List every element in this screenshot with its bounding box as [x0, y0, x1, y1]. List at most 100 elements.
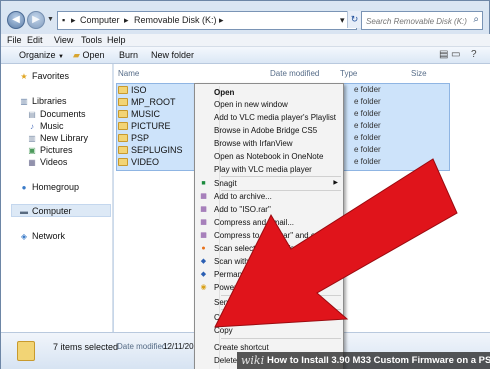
menu-item-send-to[interactable]: Send to — [214, 298, 342, 309]
star-icon: ★ — [20, 72, 28, 81]
caption-text: How to Install 3.90 M33 Custom Firmware … — [267, 355, 490, 366]
address-row: ◀ ▶ ▼ ▪ ▸ Computer ▸ Removable Disk (K:)… — [5, 10, 487, 32]
snagit-icon: ■ — [201, 180, 206, 187]
column-header-size[interactable]: Size — [411, 69, 427, 78]
back-button[interactable]: ◀ — [7, 11, 25, 29]
nav-pictures[interactable]: ▣ Pictures — [27, 145, 72, 155]
menu-separator — [221, 309, 341, 310]
help-icon[interactable]: ? — [471, 49, 477, 60]
file-type: e folder — [354, 97, 381, 106]
file-type: e folder — [354, 133, 381, 142]
breadcrumb-removable-disk[interactable]: Removable Disk (K:) — [134, 15, 217, 25]
column-header-type[interactable]: Type — [340, 69, 357, 78]
pictures-icon: ▣ — [28, 146, 36, 155]
command-bar: Organize ▼ ▰ Open Burn New folder ▤ ▭ ? — [1, 47, 490, 64]
avg-icon: ◆ — [200, 258, 207, 265]
menu-item-shred-avg[interactable]: ◆ Permanently shred with AVG — [201, 270, 342, 281]
breadcrumb-separator-icon[interactable]: ▸ — [124, 15, 129, 26]
menu-item-snagit[interactable]: ■ Snagit ▶ — [201, 179, 342, 190]
search-input[interactable] — [366, 13, 470, 29]
folder-icon — [118, 158, 128, 166]
file-name: PICTURE — [131, 121, 171, 131]
menu-item-cut[interactable]: Cut — [214, 313, 342, 324]
view-options-icon[interactable]: ▤ — [439, 49, 448, 60]
refresh-icon[interactable]: ↻ — [347, 11, 361, 28]
nav-documents[interactable]: ▤ Documents — [27, 109, 85, 119]
file-name: SEPLUGINS — [131, 145, 183, 155]
menu-item-add-iso-rar[interactable]: ▦ Add to "ISO.rar" — [200, 205, 342, 216]
menu-edit[interactable]: Edit — [27, 35, 43, 45]
forward-button[interactable]: ▶ — [27, 11, 45, 29]
burn-button[interactable]: Burn — [119, 50, 138, 60]
menu-item-vlc-play[interactable]: Play with VLC media player — [214, 165, 342, 176]
breadcrumb-separator-icon[interactable]: ▸ — [219, 15, 224, 26]
menu-item-copy[interactable]: Copy — [214, 326, 342, 337]
folder-icon — [118, 146, 128, 154]
nav-homegroup[interactable]: ● Homegroup — [19, 182, 79, 192]
nav-homegroup-label: Homegroup — [32, 182, 80, 192]
breadcrumb-separator-icon[interactable]: ▸ — [71, 15, 76, 26]
open-label: Open — [82, 50, 105, 60]
date-modified-value: 12/11/201 — [163, 342, 198, 351]
menu-item-scan-avg[interactable]: ◆ Scan with AVG — [201, 257, 342, 268]
nav-videos-label: Videos — [40, 157, 68, 167]
file-type: e folder — [354, 109, 381, 118]
menu-item-compress-iso-email-label: Compress to "ISO.rar" and email — [214, 231, 330, 240]
file-type: e folder — [354, 121, 381, 130]
address-dropdown-icon[interactable]: ▾ — [340, 15, 345, 26]
menu-item-open[interactable]: Open — [214, 88, 342, 99]
file-type: e folder — [354, 85, 381, 94]
nav-music[interactable]: ♪ Music — [27, 121, 64, 131]
menu-item-adobe-bridge[interactable]: Browse in Adobe Bridge CS5 — [214, 126, 342, 137]
menu-help[interactable]: Help — [107, 35, 126, 45]
search-box[interactable]: ⌕ — [361, 11, 483, 30]
nav-new-library[interactable]: ▥ New Library — [27, 133, 88, 143]
nav-libraries-label: Libraries — [32, 96, 67, 106]
recent-pages-icon[interactable]: ▼ — [47, 16, 54, 23]
file-name: ISO — [131, 85, 147, 95]
nav-videos[interactable]: ▦ Videos — [27, 157, 67, 167]
file-type: e folder — [354, 157, 381, 166]
address-bar[interactable]: ▪ ▸ Computer ▸ Removable Disk (K:) ▸ ▾ — [57, 11, 357, 30]
search-icon[interactable]: ⌕ — [473, 14, 479, 25]
nav-network[interactable]: ◈ Network — [19, 231, 65, 241]
folder-icon — [118, 122, 128, 130]
menu-item-poweriso-label: PowerISO — [214, 283, 251, 292]
menu-file[interactable]: File — [7, 35, 22, 45]
nav-new-library-label: New Library — [40, 133, 89, 143]
nav-computer[interactable]: ▬ Computer — [19, 206, 72, 216]
network-icon: ◈ — [20, 232, 28, 241]
avg-icon: ◆ — [200, 271, 207, 278]
new-folder-button[interactable]: New folder — [151, 50, 194, 60]
menu-item-onenote[interactable]: Open as Notebook in OneNote — [214, 152, 342, 163]
menu-item-poweriso[interactable]: ◉ PowerISO — [200, 283, 342, 294]
menu-view[interactable]: View — [54, 35, 73, 45]
open-button[interactable]: ▰ Open — [73, 50, 104, 61]
homegroup-icon: ● — [21, 183, 27, 192]
menu-item-compress-email[interactable]: ▦ Compress and email... — [200, 218, 342, 229]
menu-item-scan-viruses[interactable]: ● Scan selected items for viruses — [201, 244, 342, 255]
menu-item-irfanview[interactable]: Browse with IrfanView — [214, 139, 342, 150]
nav-libraries[interactable]: ▥ Libraries — [19, 96, 67, 106]
winrar-icon: ▦ — [200, 219, 207, 226]
folder-icon — [118, 86, 128, 94]
computer-icon: ▬ — [20, 207, 28, 216]
folder-icon — [118, 98, 128, 106]
breadcrumb-computer[interactable]: Computer — [80, 15, 120, 25]
nav-favorites[interactable]: ★ Favorites — [19, 71, 69, 81]
libraries-icon: ▥ — [20, 97, 28, 106]
menu-item-shred-avg-label: Permanently shred with AVG — [214, 270, 316, 279]
menu-tools[interactable]: Tools — [81, 35, 102, 45]
menu-item-add-archive[interactable]: ▦ Add to archive... — [200, 192, 342, 203]
organize-button[interactable]: Organize ▼ — [19, 50, 64, 60]
folder-icon — [118, 110, 128, 118]
menu-item-compress-iso-email[interactable]: ▦ Compress to "ISO.rar" and email — [200, 231, 342, 242]
menu-item-vlc-playlist[interactable]: Add to VLC media player's Playlist — [214, 113, 342, 124]
computer-drive-icon: ▪ — [62, 15, 66, 25]
column-header-date[interactable]: Date modified — [270, 69, 319, 78]
column-header-name[interactable]: Name — [118, 69, 139, 78]
menu-item-open-new-window[interactable]: Open in new window — [214, 100, 342, 111]
menu-item-scan-viruses-label: Scan selected items for viruses — [214, 244, 325, 253]
preview-pane-icon[interactable]: ▭ — [451, 49, 460, 60]
nav-computer-label: Computer — [32, 206, 72, 216]
